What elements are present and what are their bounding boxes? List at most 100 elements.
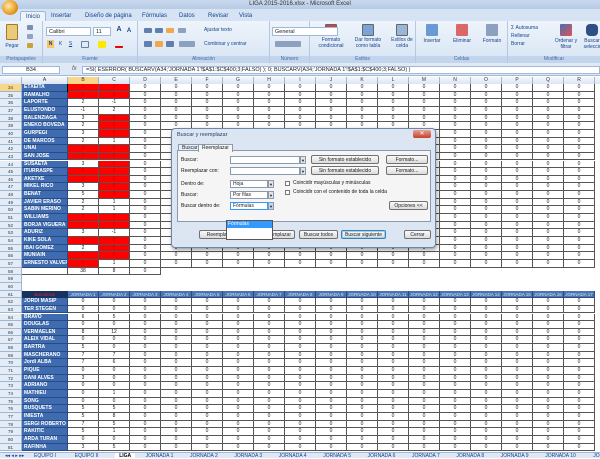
jornada-header[interactable]: JORNADA 1 xyxy=(68,290,99,299)
cell[interactable]: 0 xyxy=(533,221,564,230)
score-cell[interactable]: 5 xyxy=(68,405,99,413)
cell[interactable]: 0 xyxy=(409,328,440,337)
cell[interactable]: 0 xyxy=(223,443,254,452)
cell[interactable]: 0 xyxy=(347,351,378,360)
cell[interactable]: 0 xyxy=(533,84,564,92)
cell[interactable]: 0 xyxy=(223,313,254,322)
player-name-cell[interactable]: ITURRASPE xyxy=(22,168,68,176)
column-header-A[interactable]: A xyxy=(22,77,68,84)
cell[interactable]: 0 xyxy=(502,390,533,398)
align-right-icon[interactable] xyxy=(166,41,174,47)
score-cell[interactable]: 2 xyxy=(68,206,99,215)
conditional-format-button[interactable]: Formato condicional xyxy=(312,37,350,49)
tab-replace[interactable]: Reemplazar xyxy=(198,144,233,152)
cell[interactable]: 0 xyxy=(502,344,533,352)
cell[interactable]: 0 xyxy=(409,84,440,92)
cell[interactable]: 0 xyxy=(254,428,285,436)
office-button[interactable] xyxy=(2,0,18,15)
cell[interactable]: 0 xyxy=(130,152,161,161)
cell[interactable]: 0 xyxy=(409,374,440,383)
cell[interactable]: 0 xyxy=(316,420,347,429)
cell[interactable]: 0 xyxy=(409,99,440,107)
cell[interactable]: 0 xyxy=(130,99,161,107)
cell[interactable]: 0 xyxy=(130,382,161,390)
cell[interactable]: 0 xyxy=(440,443,471,452)
cell[interactable]: 0 xyxy=(533,152,564,161)
cell[interactable]: 0 xyxy=(192,351,223,360)
cell[interactable]: 0 xyxy=(285,91,316,100)
player-name-cell[interactable]: MASCHERANO xyxy=(22,351,68,360)
row-header[interactable]: 43 xyxy=(0,152,22,161)
score-cell[interactable]: 5 xyxy=(68,191,99,199)
cell[interactable]: 0 xyxy=(471,313,502,322)
score-cell[interactable]: 0 xyxy=(99,183,130,192)
cell[interactable]: 0 xyxy=(192,259,223,268)
cell[interactable]: 0 xyxy=(316,443,347,452)
player-name-cell[interactable]: VERMAELEN xyxy=(22,328,68,337)
cell[interactable]: 0 xyxy=(533,390,564,398)
cell[interactable]: 0 xyxy=(440,382,471,390)
cell[interactable]: 0 xyxy=(316,114,347,123)
cell[interactable]: 0 xyxy=(533,336,564,345)
column-header-L[interactable]: L xyxy=(378,77,409,84)
cell[interactable]: 0 xyxy=(192,321,223,329)
cell[interactable]: 0 xyxy=(161,99,192,107)
cell[interactable]: 0 xyxy=(316,106,347,115)
cell[interactable]: 0 xyxy=(378,344,409,352)
cell[interactable]: 0 xyxy=(564,313,595,322)
score-cell[interactable]: 0 xyxy=(68,390,99,398)
cell[interactable]: 0 xyxy=(161,443,192,452)
cell[interactable]: 0 xyxy=(533,359,564,368)
cell[interactable]: 0 xyxy=(533,321,564,329)
score-cell[interactable]: 7 xyxy=(68,359,99,368)
cell[interactable]: 0 xyxy=(378,412,409,421)
cell[interactable]: 0 xyxy=(192,412,223,421)
cell[interactable]: 0 xyxy=(254,252,285,260)
cell[interactable]: 0 xyxy=(378,313,409,322)
orientation-icon[interactable] xyxy=(178,28,186,33)
cell[interactable]: 0 xyxy=(192,313,223,322)
cell[interactable]: 0 xyxy=(161,313,192,322)
autosum-button[interactable]: Σ Autosuma xyxy=(511,25,551,31)
row-header[interactable]: 68 xyxy=(0,344,22,352)
cell[interactable]: 0 xyxy=(533,206,564,215)
score-cell[interactable]: 0 xyxy=(68,336,99,345)
score-cell[interactable]: 7 xyxy=(68,420,99,429)
score-cell[interactable]: 2 xyxy=(68,198,99,207)
player-name-cell[interactable]: ETXEITA xyxy=(22,84,68,92)
cell[interactable]: 0 xyxy=(471,221,502,230)
cell[interactable]: 0 xyxy=(471,84,502,92)
cell[interactable]: 0 xyxy=(285,252,316,260)
cell[interactable]: 0 xyxy=(130,336,161,345)
cell[interactable]: 0 xyxy=(440,412,471,421)
player-name-cell[interactable]: ADURIZ xyxy=(22,229,68,237)
cell[interactable]: 0 xyxy=(192,305,223,314)
cell[interactable]: 0 xyxy=(533,237,564,245)
player-name-cell[interactable]: IBAI GOMEZ xyxy=(22,244,68,253)
cell[interactable]: 0 xyxy=(223,351,254,360)
cell[interactable]: 0 xyxy=(564,99,595,107)
player-name-cell[interactable]: GURPEGI xyxy=(22,129,68,138)
align-middle-icon[interactable] xyxy=(155,28,163,33)
cell[interactable]: 0 xyxy=(471,252,502,260)
cell[interactable]: 0 xyxy=(533,412,564,421)
row-header[interactable]: 36 xyxy=(0,99,22,107)
score-cell[interactable]: 0 xyxy=(99,374,130,383)
cell[interactable]: 0 xyxy=(223,428,254,436)
score-cell[interactable]: 5 xyxy=(68,412,99,421)
cell[interactable]: 0 xyxy=(130,305,161,314)
find-next-button[interactable]: Buscar siguiente xyxy=(341,230,386,239)
cell[interactable]: 0 xyxy=(471,160,502,169)
cell[interactable]: 0 xyxy=(471,152,502,161)
column-header-F[interactable]: F xyxy=(192,77,223,84)
cell[interactable]: 0 xyxy=(440,221,471,230)
cell[interactable]: 0 xyxy=(223,328,254,337)
cell[interactable]: 0 xyxy=(440,420,471,429)
cell[interactable]: 0 xyxy=(440,168,471,176)
player-name-cell[interactable]: ADRIANO xyxy=(22,382,68,390)
cell[interactable]: 0 xyxy=(161,420,192,429)
tab-diseno-pagina[interactable]: Diseño de página xyxy=(80,11,137,21)
cell[interactable]: 0 xyxy=(471,183,502,192)
fill-button[interactable]: Rellenar xyxy=(511,33,551,39)
cell[interactable]: 0 xyxy=(378,259,409,268)
